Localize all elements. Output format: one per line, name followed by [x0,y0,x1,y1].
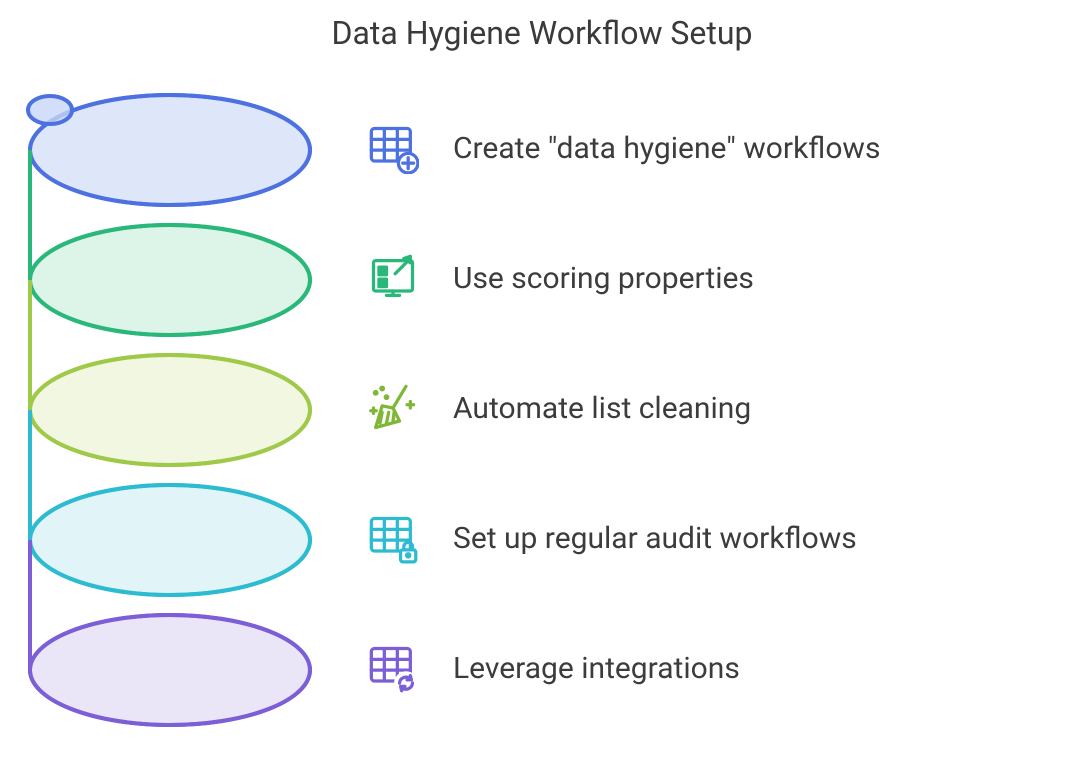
list-item-label: Create "data hygiene" workflows [453,131,880,166]
list-item: Create "data hygiene" workflows [365,120,880,176]
list-item-label: Automate list cleaning [453,391,751,426]
list-item-label: Leverage integrations [453,651,740,686]
workflow-steps-list: Create "data hygiene" workflows Use scor… [365,120,880,696]
list-item: Leverage integrations [365,640,880,696]
broom-icon [365,380,421,436]
list-item: Set up regular audit workflows [365,510,880,566]
list-item-label: Use scoring properties [453,261,754,296]
spiral-illustration [20,80,320,730]
list-item-label: Set up regular audit workflows [453,521,857,556]
table-lock-icon [365,510,421,566]
scorecard-icon [365,250,421,306]
table-refresh-icon [365,640,421,696]
list-item: Automate list cleaning [365,380,880,436]
list-item: Use scoring properties [365,250,880,306]
page-title: Data Hygiene Workflow Setup [0,14,1084,52]
table-add-icon [365,120,421,176]
